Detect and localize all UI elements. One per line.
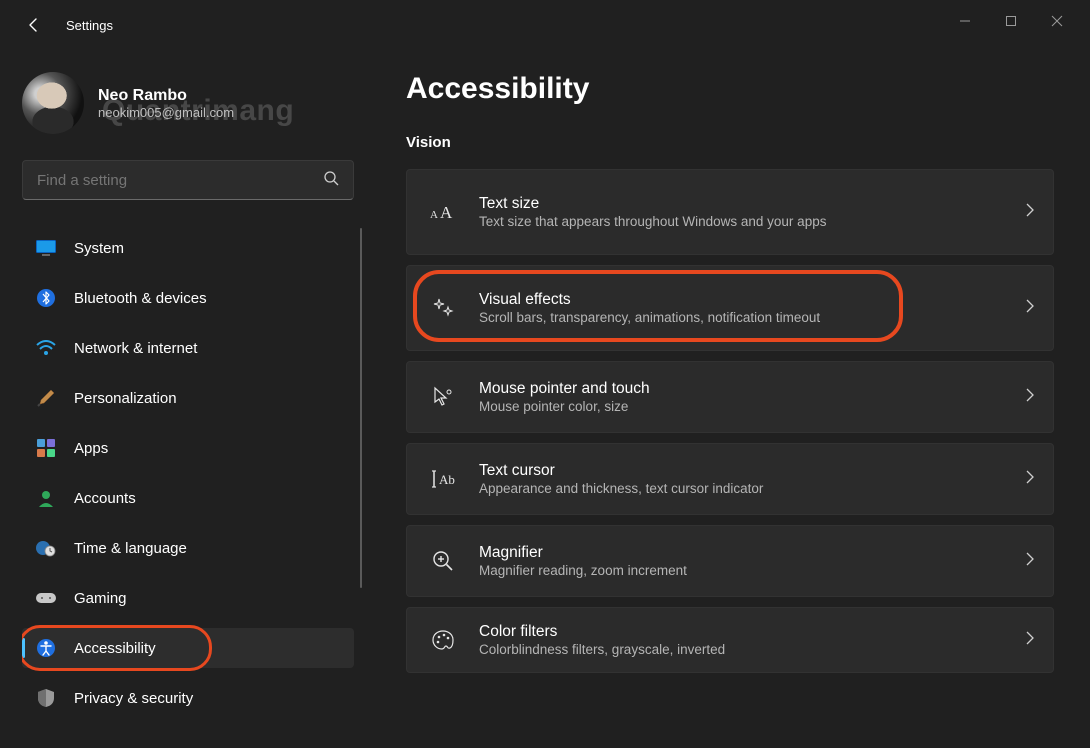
close-button[interactable] (1034, 6, 1080, 36)
sidebar-item-label: Gaming (74, 590, 127, 607)
search-input[interactable] (37, 172, 323, 189)
sidebar-item-gaming[interactable]: Gaming (22, 578, 354, 618)
sidebar-item-label: Network & internet (74, 340, 197, 357)
sidebar-item-system[interactable]: System (22, 228, 354, 268)
search-box[interactable] (22, 160, 354, 200)
apps-icon (36, 438, 56, 458)
sidebar-item-network[interactable]: Network & internet (22, 328, 354, 368)
svg-text:A: A (430, 209, 438, 221)
card-magnifier[interactable]: Magnifier Magnifier reading, zoom increm… (406, 525, 1054, 597)
sidebar-item-label: Personalization (74, 390, 177, 407)
nav-list: System Bluetooth & devices Network & int… (22, 228, 362, 728)
minimize-button[interactable] (942, 6, 988, 36)
page-title: Accessibility (406, 72, 1060, 106)
sidebar-item-bluetooth[interactable]: Bluetooth & devices (22, 278, 354, 318)
sidebar-item-label: Time & language (74, 540, 187, 557)
sidebar-item-label: Accessibility (74, 640, 156, 657)
textcursor-icon: Ab (425, 470, 461, 488)
sidebar-item-accessibility[interactable]: Accessibility (22, 628, 354, 668)
card-text-size[interactable]: AA Text size Text size that appears thro… (406, 169, 1054, 255)
chevron-right-icon (1025, 388, 1035, 407)
card-subtitle: Colorblindness filters, grayscale, inver… (479, 642, 1025, 657)
chevron-right-icon (1025, 631, 1035, 650)
card-subtitle: Text size that appears throughout Window… (479, 214, 1025, 229)
sidebar-item-label: Bluetooth & devices (74, 290, 207, 307)
card-text-cursor[interactable]: Ab Text cursor Appearance and thickness,… (406, 443, 1054, 515)
profile-block[interactable]: Neo Rambo neokim005@gmail.com Quantriman… (22, 72, 362, 134)
palette-icon (425, 630, 461, 650)
sidebar-item-personalization[interactable]: Personalization (22, 378, 354, 418)
card-subtitle: Mouse pointer color, size (479, 399, 1025, 414)
window-title: Settings (66, 18, 113, 33)
accessibility-icon (36, 638, 56, 658)
card-title: Text cursor (479, 462, 1025, 480)
textsize-icon: AA (425, 202, 461, 222)
profile-name: Neo Rambo (98, 87, 234, 105)
sparkle-icon (425, 297, 461, 319)
paintbrush-icon (36, 388, 56, 408)
sidebar-item-privacy[interactable]: Privacy & security (22, 678, 354, 718)
wifi-icon (36, 338, 56, 358)
monitor-icon (36, 238, 56, 258)
card-visual-effects[interactable]: Visual effects Scroll bars, transparency… (406, 265, 1054, 351)
chevron-right-icon (1025, 203, 1035, 222)
nav-scrollbar[interactable] (360, 228, 362, 588)
chevron-right-icon (1025, 552, 1035, 571)
shield-icon (36, 688, 56, 708)
card-subtitle: Appearance and thickness, text cursor in… (479, 481, 1025, 496)
profile-email: neokim005@gmail.com (98, 105, 234, 120)
avatar (22, 72, 84, 134)
bluetooth-icon (36, 288, 56, 308)
sidebar-item-label: Accounts (74, 490, 136, 507)
section-label-vision: Vision (406, 134, 1060, 151)
back-button[interactable] (18, 9, 50, 41)
card-color-filters[interactable]: Color filters Colorblindness filters, gr… (406, 607, 1054, 673)
card-subtitle: Magnifier reading, zoom increment (479, 563, 1025, 578)
sidebar-item-accounts[interactable]: Accounts (22, 478, 354, 518)
sidebar-item-label: Apps (74, 440, 108, 457)
sidebar-item-label: System (74, 240, 124, 257)
person-icon (36, 488, 56, 508)
magnify-icon (425, 550, 461, 572)
clock-globe-icon (36, 538, 56, 558)
search-icon (323, 170, 339, 191)
main-content: Accessibility Vision AA Text size Text s… (362, 50, 1090, 748)
chevron-right-icon (1025, 470, 1035, 489)
card-title: Visual effects (479, 291, 1025, 309)
cursor-icon (425, 386, 461, 408)
sidebar-item-apps[interactable]: Apps (22, 428, 354, 468)
svg-text:Ab: Ab (439, 472, 455, 487)
sidebar-item-time-language[interactable]: Time & language (22, 528, 354, 568)
chevron-right-icon (1025, 299, 1035, 318)
maximize-button[interactable] (988, 6, 1034, 36)
card-title: Magnifier (479, 544, 1025, 562)
sidebar-item-label: Privacy & security (74, 690, 193, 707)
sidebar: Neo Rambo neokim005@gmail.com Quantriman… (0, 50, 362, 748)
card-title: Text size (479, 195, 1025, 213)
card-mouse-pointer[interactable]: Mouse pointer and touch Mouse pointer co… (406, 361, 1054, 433)
gamepad-icon (36, 588, 56, 608)
svg-text:A: A (440, 203, 453, 222)
card-title: Mouse pointer and touch (479, 380, 1025, 398)
titlebar: Settings (0, 0, 1090, 50)
window-controls (942, 6, 1080, 36)
card-title: Color filters (479, 623, 1025, 641)
card-subtitle: Scroll bars, transparency, animations, n… (479, 310, 1025, 325)
